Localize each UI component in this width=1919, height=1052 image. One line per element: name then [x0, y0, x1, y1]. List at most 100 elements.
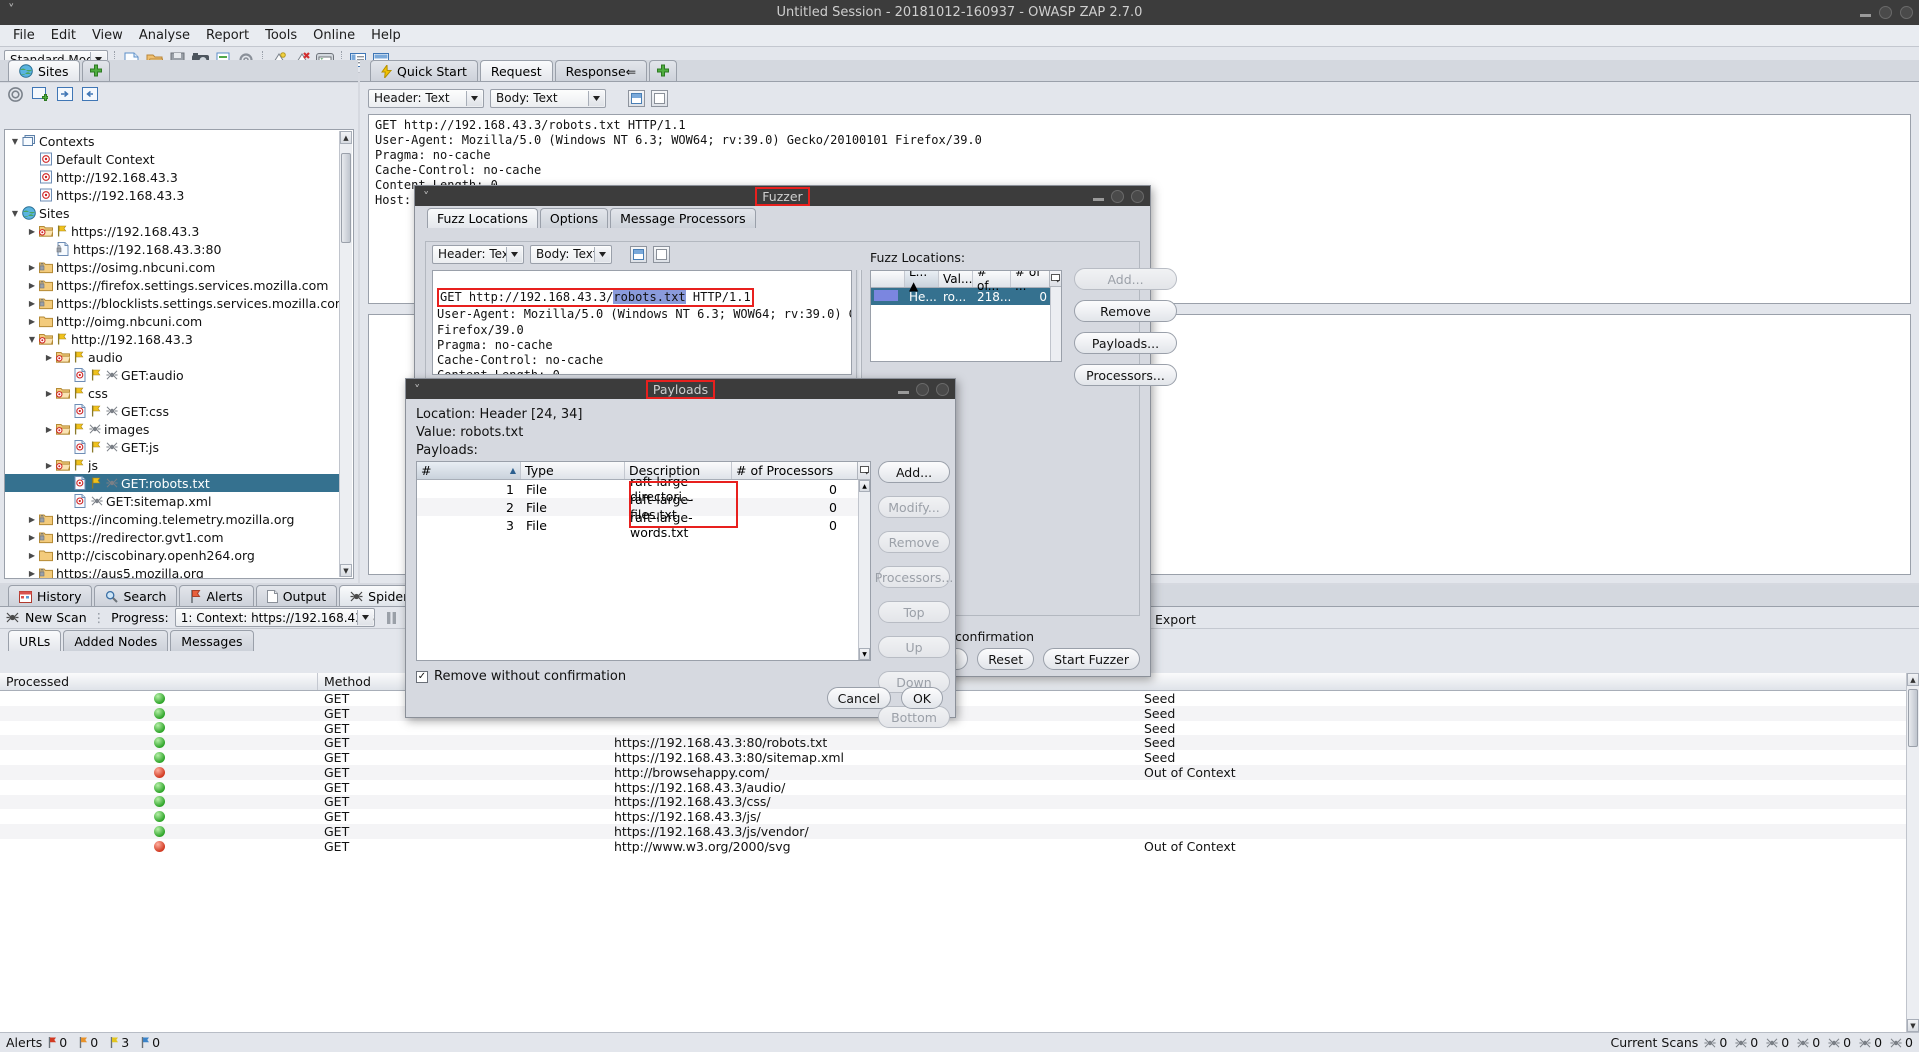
tab-alerts[interactable]: Alerts: [179, 585, 254, 606]
menu-edit[interactable]: Edit: [44, 26, 83, 45]
scroll-down-arrow[interactable]: ▼: [340, 564, 352, 577]
tab-added-nodes[interactable]: Added Nodes: [63, 630, 169, 651]
tree-twisty[interactable]: ▶: [43, 425, 55, 434]
table-row[interactable]: GET http://browsehappy.com/Out of Context: [0, 765, 1919, 780]
tab-response[interactable]: Response⇐: [554, 60, 648, 81]
tree-twisty[interactable]: ▶: [26, 551, 38, 560]
tree-twisty[interactable]: ▶: [43, 461, 55, 470]
start-fuzzer-button[interactable]: Start Fuzzer: [1043, 648, 1140, 670]
tab-fuzz-locations[interactable]: Fuzz Locations: [427, 208, 538, 228]
scroll-up-arrow[interactable]: ▲: [859, 480, 870, 492]
col-processor-count[interactable]: # of ...: [1011, 271, 1051, 293]
payloads-cancel-button[interactable]: Cancel: [826, 687, 891, 709]
window-menu-icon[interactable]: ˅: [423, 189, 429, 204]
scan-count-auth[interactable]: 0: [1890, 1035, 1913, 1050]
menu-tools[interactable]: Tools: [258, 26, 304, 45]
scan-count-ajax[interactable]: 0: [1766, 1035, 1789, 1050]
sites-tree[interactable]: ▼ Contexts Default Context http://192.168.4…: [4, 129, 354, 579]
scroll-down-arrow[interactable]: ▼: [859, 648, 870, 660]
col-payload-count[interactable]: # of...: [973, 271, 1011, 293]
tab-fuzzer-options[interactable]: Options: [539, 208, 609, 228]
sites-tree-item[interactable]: GET:audio: [5, 366, 339, 384]
scan-count-brute[interactable]: 0: [1828, 1035, 1851, 1050]
menu-file[interactable]: File: [6, 26, 42, 45]
sites-tree-item[interactable]: ▶ http://ciscobinary.openh264.org: [5, 546, 339, 564]
minimize-button[interactable]: [898, 390, 909, 394]
table-row[interactable]: GET http://www.w3.org/2000/svg Out of Cont…: [0, 839, 1919, 854]
fuzz-locations-table[interactable]: L... ▲ Val... # of... # of ... He... ro.…: [870, 270, 1062, 362]
sites-tree-item[interactable]: GET:sitemap.xml: [5, 492, 339, 510]
payload-up-button[interactable]: Up: [878, 636, 950, 658]
close-button[interactable]: [1131, 189, 1144, 203]
table-column-chooser-icon[interactable]: [857, 462, 870, 480]
scrollbar-thumb[interactable]: [341, 153, 351, 243]
remove-without-confirmation-row[interactable]: ✓ Remove without confirmation: [416, 669, 626, 684]
chevron-down-icon[interactable]: [588, 90, 604, 106]
table-row[interactable]: GET https://192.168.43.3:80/robots.txt See…: [0, 735, 1919, 750]
fuzzer-header-view-select[interactable]: Header: Text: [432, 244, 524, 264]
fuzz-remove-button[interactable]: Remove: [1074, 300, 1177, 322]
sites-tree-item[interactable]: ▶ js: [5, 456, 339, 474]
payload-bottom-button[interactable]: Bottom: [878, 706, 950, 728]
chevron-down-icon[interactable]: [594, 246, 610, 262]
payload-processors-button[interactable]: Processors...: [875, 566, 953, 588]
sites-tree-item[interactable]: GET:js: [5, 438, 339, 456]
col-swatch[interactable]: [871, 271, 905, 287]
tree-twisty[interactable]: ▶: [26, 317, 38, 326]
col-location[interactable]: L... ▲: [905, 271, 939, 293]
payloads-table[interactable]: # ▲ Type Description # of Processors 1 Fi…: [416, 461, 871, 661]
statusbar-alerts-label[interactable]: Alerts: [6, 1035, 42, 1050]
tab-add-workspace[interactable]: [649, 60, 678, 81]
table-row[interactable]: GET https://192.168.43.3/audio/: [0, 780, 1919, 795]
fuzz-add-button[interactable]: Add...: [1074, 268, 1177, 290]
tab-search[interactable]: Search: [94, 585, 178, 606]
chevron-down-icon[interactable]: [506, 246, 522, 262]
window-menu-icon[interactable]: ˅: [8, 3, 15, 18]
scan-count-scan[interactable]: 0: [1735, 1035, 1758, 1050]
tree-twisty[interactable]: ▶: [26, 263, 38, 272]
window-menu-icon[interactable]: ˅: [414, 382, 420, 397]
tree-twisty[interactable]: ▶: [26, 299, 38, 308]
spider-urls-table[interactable]: Processed Method GET Seed GET Seed GET Seed GE…: [0, 673, 1919, 1032]
sites-tree-item[interactable]: ▼ Sites: [5, 204, 339, 222]
new-context-icon[interactable]: [30, 84, 50, 104]
close-button[interactable]: [936, 382, 949, 396]
fuzzer-body-view-select[interactable]: Body: Text: [530, 244, 612, 264]
col-type[interactable]: Type: [521, 462, 625, 479]
tab-output[interactable]: Output: [255, 585, 338, 606]
payloads-ok-button[interactable]: OK: [901, 687, 943, 709]
export-label[interactable]: Export: [1155, 612, 1196, 627]
col-value[interactable]: Val...: [939, 271, 973, 287]
sites-tree-item[interactable]: ▼ Contexts: [5, 132, 339, 150]
sites-tree-item[interactable]: ▶ css: [5, 384, 339, 402]
import-icon[interactable]: [55, 84, 75, 104]
sites-tree-item[interactable]: ▶ images: [5, 420, 339, 438]
menu-view[interactable]: View: [85, 26, 130, 45]
sites-tree-item[interactable]: https://192.168.43.3:80: [5, 240, 339, 258]
sites-tree-item[interactable]: ▶ https://incoming.telemetry.mozilla.org: [5, 510, 339, 528]
menu-help[interactable]: Help: [364, 26, 408, 45]
sites-tree-item[interactable]: https://192.168.43.3: [5, 186, 339, 204]
tab-quick-start[interactable]: Quick Start: [370, 60, 478, 81]
menu-report[interactable]: Report: [199, 26, 256, 45]
scan-count-access[interactable]: 0: [1859, 1035, 1882, 1050]
sites-tree-item[interactable]: ▶ http://oimg.nbcuni.com: [5, 312, 339, 330]
tab-message-processors[interactable]: Message Processors: [610, 208, 756, 228]
maximize-button[interactable]: [1111, 189, 1124, 203]
tree-twisty[interactable]: ▼: [9, 209, 21, 218]
body-view-select[interactable]: Body: Text: [490, 88, 606, 108]
tree-twisty[interactable]: ▶: [26, 533, 38, 542]
tab-sites[interactable]: Sites: [8, 60, 80, 81]
table-row[interactable]: GET Seed: [0, 706, 1919, 721]
header-view-select[interactable]: Header: Text: [368, 88, 484, 108]
fuzz-processors-button[interactable]: Processors...: [1074, 364, 1177, 386]
sites-tree-scrollbar[interactable]: ▲ ▼: [339, 131, 352, 577]
alert-count-low[interactable]: 3: [110, 1035, 129, 1050]
tab-urls[interactable]: URLs: [8, 630, 62, 651]
sites-tree-item[interactable]: GET:css: [5, 402, 339, 420]
tab-add-sidebar[interactable]: [81, 60, 110, 81]
col-number[interactable]: # ▲: [417, 462, 521, 479]
split-view-horizontal-icon[interactable]: [628, 89, 645, 107]
col-num-processors[interactable]: # of Processors: [732, 462, 856, 479]
sites-tree-item[interactable]: ▶ https://blocklists.settings.services.mo…: [5, 294, 339, 312]
